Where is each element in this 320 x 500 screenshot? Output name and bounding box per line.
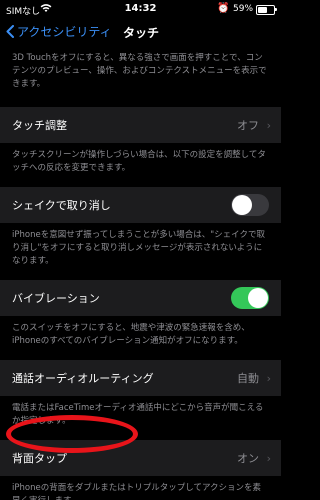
shake-undo-label: シェイクで取り消し bbox=[12, 199, 111, 212]
chevron-left-icon bbox=[6, 25, 14, 38]
call-audio-routing-row[interactable]: 通話オーディオルーティング 自動 › bbox=[0, 360, 281, 396]
call-audio-routing-description: 電話またはFaceTimeオーディオ通話中にどこから音声が聞こえるか指定します。 bbox=[12, 403, 264, 426]
back-tap-value: オン bbox=[237, 452, 259, 465]
battery-icon bbox=[256, 5, 275, 15]
touch-adjust-description: タッチスクリーンが操作しづらい場合は、以下の設定を調整してタッチへの反応を変更で… bbox=[12, 150, 266, 173]
3d-touch-description: 3D Touchをオフにすると、異なる強さで画面を押すことで、コンテンツのプレビ… bbox=[12, 53, 267, 89]
toggle-knob bbox=[248, 288, 268, 308]
battery-cap bbox=[275, 8, 277, 11]
vibration-label: バイブレーション bbox=[12, 292, 100, 305]
settings-list: 3D Touchをオフにすると、異なる強さで画面を押すことで、コンテンツのプレビ… bbox=[0, 44, 281, 500]
vibration-description: このスイッチをオフにすると、地震や津波の緊急速報を含め、iPhoneのすべてのバ… bbox=[12, 323, 250, 346]
back-button[interactable]: アクセシビリティ bbox=[6, 23, 112, 40]
touch-adjust-value: オフ bbox=[237, 119, 259, 132]
shake-undo-row: シェイクで取り消し bbox=[0, 187, 281, 223]
back-tap-row[interactable]: 背面タップ オン › bbox=[0, 440, 281, 476]
chevron-right-icon: › bbox=[266, 118, 271, 132]
battery-fill bbox=[258, 7, 267, 13]
page-title: タッチ bbox=[123, 26, 160, 40]
call-audio-routing-value: 自動 bbox=[237, 372, 259, 385]
call-audio-routing-label: 通話オーディオルーティング bbox=[12, 372, 154, 385]
battery-percent: 59% bbox=[233, 4, 254, 14]
touch-adjust-label: タッチ調整 bbox=[12, 119, 67, 132]
back-tap-description: iPhoneの背面をダブルまたはトリプルタップしてアクションを素早く実行します。 bbox=[12, 483, 262, 500]
alarm-icon: ⏰ bbox=[217, 3, 230, 14]
back-label: アクセシビリティ bbox=[17, 25, 112, 39]
vibration-toggle[interactable] bbox=[231, 287, 269, 309]
navigation-bar: アクセシビリティ タッチ bbox=[0, 20, 281, 44]
status-bar: SIMなし 14:32 ⏰ 59% bbox=[0, 0, 281, 20]
shake-undo-description: iPhoneを意図せず振ってしまうことが多い場合は、"シェイクで取り消し"をオフ… bbox=[12, 230, 266, 266]
toggle-knob bbox=[232, 195, 252, 215]
vibration-row: バイブレーション bbox=[0, 280, 281, 316]
chevron-right-icon: › bbox=[266, 451, 271, 465]
chevron-right-icon: › bbox=[266, 371, 271, 385]
back-tap-label: 背面タップ bbox=[12, 452, 67, 465]
shake-undo-toggle[interactable] bbox=[231, 194, 269, 216]
touch-adjust-row[interactable]: タッチ調整 オフ › bbox=[0, 107, 281, 143]
settings-screen: SIMなし 14:32 ⏰ 59% アクセシビリティ タッチ 3D Touchを… bbox=[0, 0, 281, 500]
